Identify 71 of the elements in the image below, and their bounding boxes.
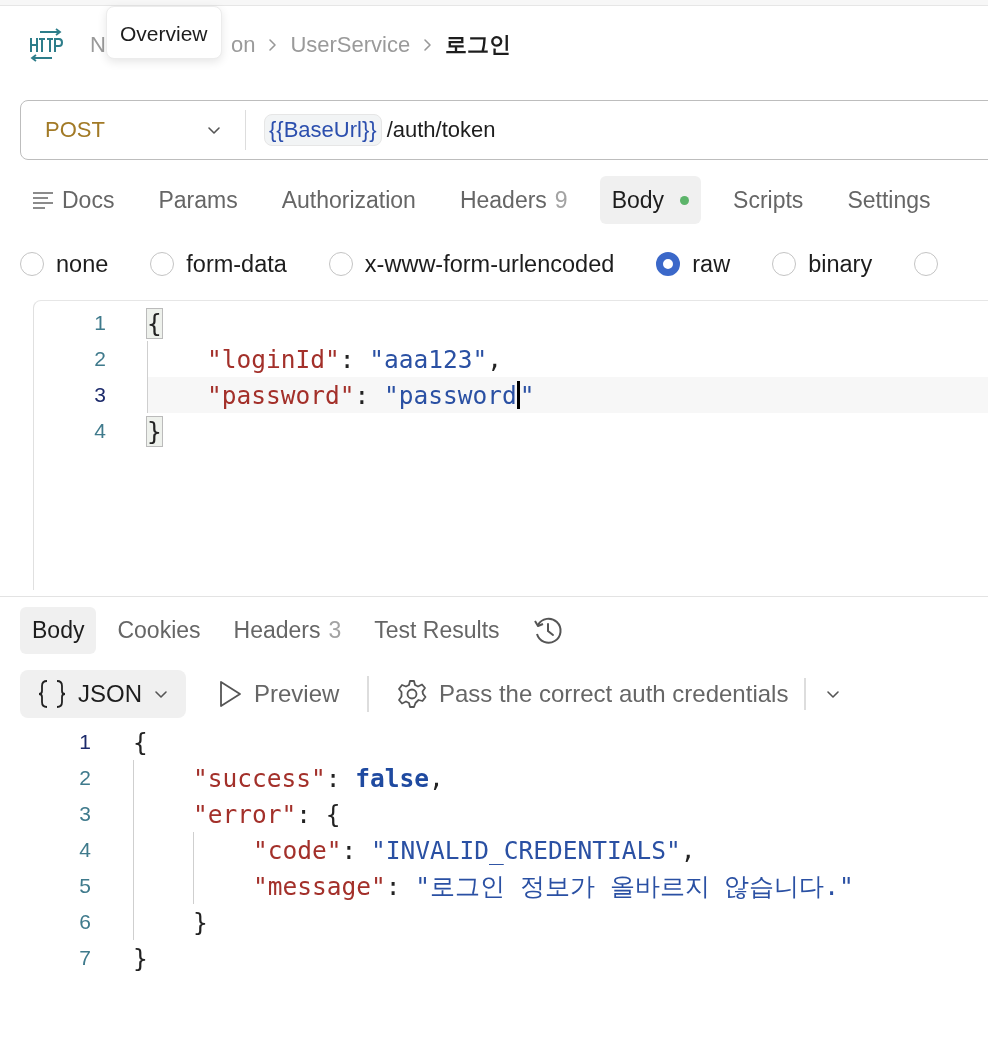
code-token: "success" — [193, 763, 326, 793]
chevron-right-icon — [422, 38, 434, 52]
tab[interactable]: Cookies — [105, 607, 213, 654]
code-token: "message" — [253, 871, 386, 901]
code-token: : — [325, 763, 342, 793]
docs-tab[interactable]: Docs — [20, 176, 127, 224]
radio-label[interactable]: binary — [808, 250, 873, 278]
code-token: { — [133, 727, 148, 757]
line-number: 5 — [78, 874, 91, 898]
chevron-down-icon — [825, 688, 840, 700]
code-token: } — [193, 907, 208, 937]
breadcrumb-item[interactable]: 로그인 — [445, 30, 512, 60]
code-token: "loginId" — [207, 344, 340, 374]
radio-label[interactable]: x-www-form-urlencoded — [364, 250, 615, 278]
radio-button[interactable] — [656, 252, 681, 276]
preview-button[interactable]: Preview — [206, 670, 352, 718]
code-token: : { — [296, 799, 341, 829]
code-token: : — [385, 871, 402, 901]
play-icon — [218, 680, 242, 708]
tab[interactable]: Headers 3 — [221, 607, 354, 654]
tab[interactable]: Headers 9 — [447, 176, 580, 224]
line-number: 1 — [78, 730, 91, 754]
line-number: 1 — [93, 311, 106, 335]
radio-label[interactable]: none — [56, 250, 109, 278]
tab[interactable]: Body — [20, 607, 97, 654]
line-number: 3 — [93, 383, 106, 407]
code-token: " — [519, 380, 535, 410]
tab[interactable]: Body — [599, 176, 702, 224]
lines-icon — [32, 191, 54, 209]
code-token: "로그인 정보가 올바르지 않습니다." — [415, 870, 854, 903]
code-token: : — [341, 835, 358, 865]
matched-brace: { — [147, 308, 162, 338]
chevron-right-icon — [267, 38, 279, 52]
line-number: 4 — [78, 838, 91, 862]
matched-brace: } — [147, 416, 162, 446]
code-token: : — [354, 380, 371, 410]
line-number: 2 — [93, 347, 106, 371]
count: 9 — [554, 186, 568, 214]
test-button[interactable]: Pass the correct auth credentials — [384, 670, 801, 718]
count: 3 — [328, 617, 342, 644]
http-icon — [28, 28, 64, 62]
code-token: "code" — [253, 835, 342, 865]
code-token: "error" — [193, 799, 297, 829]
line-number: 6 — [78, 910, 91, 934]
line-number: 7 — [78, 946, 91, 970]
line-number: 4 — [93, 419, 106, 443]
radio-label[interactable]: form-data — [186, 250, 287, 278]
code-token: "password — [384, 380, 517, 410]
radio-label[interactable]: raw — [692, 250, 731, 278]
code-token: : — [339, 344, 356, 374]
code-token: "aaa123" — [369, 344, 488, 374]
code-token: } — [133, 943, 148, 973]
chevron-down-icon — [154, 688, 168, 700]
tooltip: Overview — [106, 6, 222, 59]
line-number: 2 — [78, 766, 91, 790]
code-token: false — [355, 763, 430, 793]
code-token: , — [680, 835, 696, 865]
code-token: "INVALID_CREDENTIALS" — [371, 835, 681, 865]
line-number: 3 — [78, 802, 91, 826]
code-token: "password" — [207, 380, 355, 410]
history-icon — [532, 615, 563, 646]
format-dropdown[interactable]: JSON — [20, 670, 186, 718]
code-token: , — [487, 344, 503, 374]
tab[interactable]: Test Results — [362, 607, 512, 654]
gear-icon — [396, 679, 427, 709]
braces-icon — [38, 679, 66, 709]
code-token: , — [429, 763, 444, 793]
tab[interactable]: Params — [146, 176, 250, 224]
tab[interactable]: Authorization — [269, 176, 428, 224]
tab[interactable]: Scripts — [721, 176, 816, 224]
tab[interactable]: Settings — [835, 176, 943, 224]
